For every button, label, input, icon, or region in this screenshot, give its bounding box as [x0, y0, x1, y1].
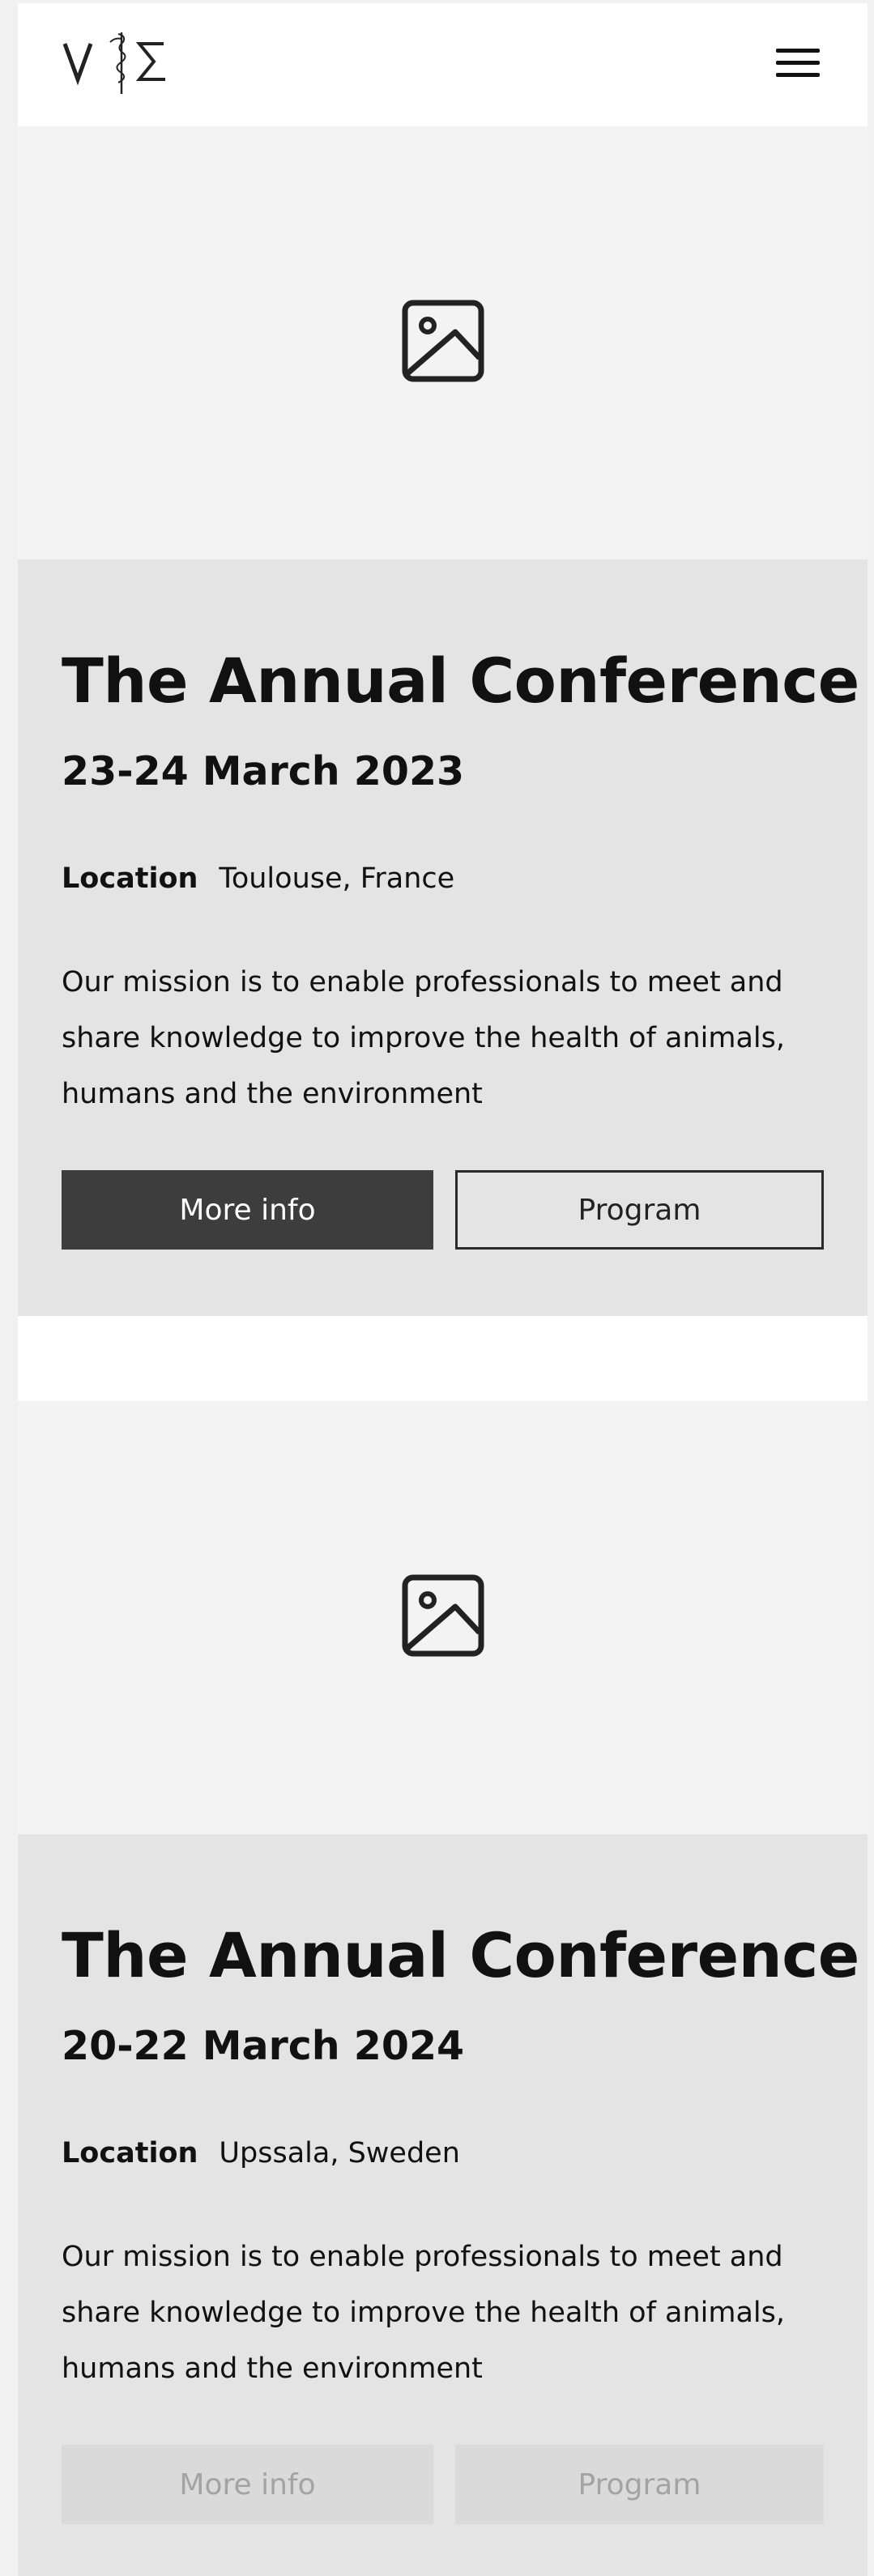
- hamburger-menu-icon[interactable]: [773, 39, 821, 84]
- location-value: Upssala, Sweden: [219, 2137, 460, 2169]
- program-button[interactable]: Program: [455, 2445, 824, 2524]
- event-card: The Annual Conference 20-22 March 2024 L…: [18, 1401, 868, 2576]
- event-location: Location Upssala, Sweden: [62, 2137, 460, 2169]
- event-image: [18, 1401, 868, 1834]
- program-button[interactable]: Program: [455, 1170, 824, 1250]
- event-title: The Annual Conference: [62, 645, 859, 717]
- location-label: Location: [62, 862, 198, 895]
- image-placeholder-icon: [402, 1574, 484, 1657]
- logo-icon[interactable]: [62, 28, 175, 97]
- event-content: The Annual Conference 23-24 March 2023 L…: [18, 560, 868, 1316]
- image-placeholder-icon: [402, 300, 484, 382]
- menu-line: [776, 73, 820, 77]
- event-content: The Annual Conference 20-22 March 2024 L…: [18, 1834, 868, 2576]
- event-description: Our mission is to enable professionals t…: [62, 966, 786, 1110]
- event-card: The Annual Conference 23-24 March 2023 L…: [18, 126, 868, 1316]
- location-label: Location: [62, 2137, 198, 2169]
- event-title: The Annual Conference: [62, 1919, 859, 1991]
- menu-line: [776, 61, 820, 65]
- event-image: [18, 126, 868, 560]
- event-date: 23-24 March 2023: [62, 748, 465, 794]
- event-date: 20-22 March 2024: [62, 2023, 465, 2069]
- more-info-button[interactable]: More info: [62, 2445, 433, 2524]
- event-location: Location Toulouse, France: [62, 862, 454, 895]
- event-description: Our mission is to enable professionals t…: [62, 2241, 786, 2385]
- location-value: Toulouse, France: [219, 862, 455, 895]
- site-header: [18, 3, 868, 126]
- menu-line: [776, 49, 820, 53]
- more-info-button[interactable]: More info: [62, 1170, 433, 1250]
